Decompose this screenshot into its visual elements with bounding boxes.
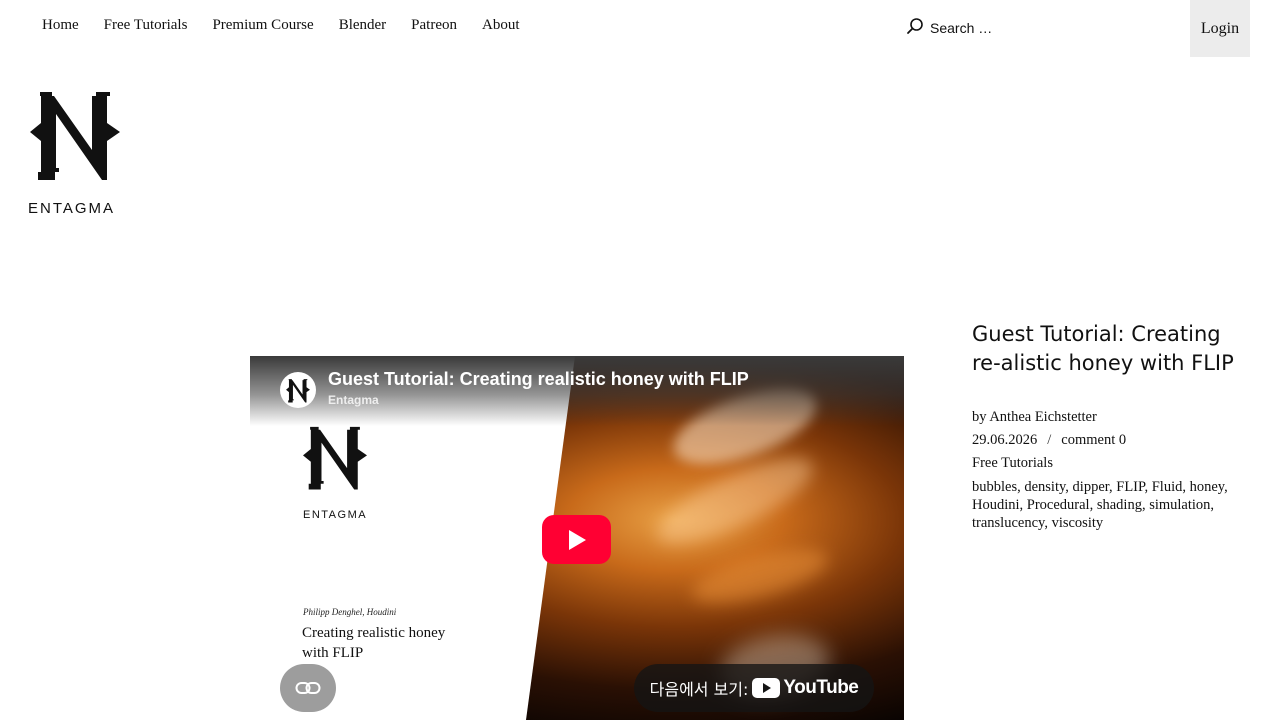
post-category-link[interactable]: Free Tutorials xyxy=(972,454,1252,472)
youtube-logo: YouTube xyxy=(752,677,859,699)
top-nav: Home Free Tutorials Premium Course Blend… xyxy=(0,0,1280,57)
nav-item-about[interactable]: About xyxy=(482,17,520,34)
search-icon[interactable] xyxy=(906,17,924,39)
entagma-logo-icon xyxy=(30,92,120,180)
thumbnail-author-caption: Philipp Denghel, Houdini xyxy=(303,607,397,617)
nav-item-home[interactable]: Home xyxy=(42,17,79,34)
nav-item-premium-course[interactable]: Premium Course xyxy=(212,17,313,34)
thumbnail-wordmark: ENTAGMA xyxy=(303,509,368,521)
post-date-row: 29.06.2026 / comment 0 xyxy=(972,431,1252,449)
post-author[interactable]: by Anthea Eichstetter xyxy=(972,408,1252,426)
nav-menu: Home Free Tutorials Premium Course Blend… xyxy=(42,17,545,34)
play-button[interactable] xyxy=(542,515,611,564)
post-tags[interactable]: bubbles, density, dipper, FLIP, Fluid, h… xyxy=(972,478,1252,532)
video-embed[interactable]: Guest Tutorial: Creating realistic honey… xyxy=(250,356,904,720)
thumbnail-title-caption: Creating realistic honey with FLIP xyxy=(302,625,446,661)
video-channel-name[interactable]: Entagma xyxy=(328,393,379,407)
copy-link-button[interactable] xyxy=(280,664,336,712)
thumbnail-logo: ENTAGMA xyxy=(303,424,373,521)
entagma-avatar-icon xyxy=(286,378,310,402)
post-date: 29.06.2026 xyxy=(972,432,1038,448)
entagma-thumbnail-logo-icon xyxy=(303,426,367,490)
youtube-play-icon xyxy=(752,678,781,698)
site-logo[interactable]: ENTAGMA xyxy=(28,88,124,217)
login-button[interactable]: Login xyxy=(1190,0,1250,57)
logo-wordmark: ENTAGMA xyxy=(28,200,116,217)
link-icon xyxy=(295,682,321,694)
post-sidebar: Guest Tutorial: Creating re-alistic hone… xyxy=(972,320,1252,532)
nav-item-blender[interactable]: Blender xyxy=(339,17,386,34)
play-icon xyxy=(568,529,586,550)
video-title[interactable]: Guest Tutorial: Creating realistic honey… xyxy=(328,369,749,390)
nav-item-free-tutorials[interactable]: Free Tutorials xyxy=(104,17,188,34)
video-title-bar xyxy=(250,356,904,426)
search-input[interactable] xyxy=(930,20,1130,36)
search-box xyxy=(906,17,1130,39)
watch-on-label: 다음에서 보기: xyxy=(649,680,749,699)
meta-separator: / xyxy=(1047,432,1052,448)
post-title: Guest Tutorial: Creating re-alistic hone… xyxy=(972,322,1234,375)
channel-avatar[interactable] xyxy=(280,372,316,408)
post-comments-link[interactable]: comment 0 xyxy=(1061,431,1126,449)
youtube-wordmark: YouTube xyxy=(783,677,859,698)
watch-on-youtube-button[interactable]: 다음에서 보기: YouTube xyxy=(634,664,874,712)
nav-item-patreon[interactable]: Patreon xyxy=(411,17,457,34)
